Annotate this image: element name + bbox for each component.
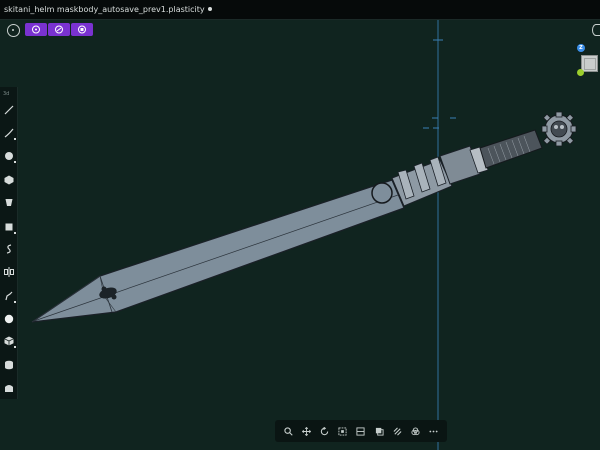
spiral-tool-icon: [6, 243, 11, 254]
polygon-tool-button[interactable]: [2, 173, 15, 186]
home-target-icon[interactable]: [7, 24, 20, 37]
sword-grip: [479, 129, 543, 169]
edge-mode-button[interactable]: [48, 23, 70, 36]
shaded-button[interactable]: [373, 425, 385, 437]
emblem-knob-1: [101, 286, 107, 292]
cylinder-tool-button[interactable]: [2, 358, 15, 371]
window-title: skitani_helm maskbody_autosave_prev1.pla…: [4, 0, 212, 19]
mirror-tool-button[interactable]: [2, 265, 15, 278]
gizmo-y-axis[interactable]: [577, 69, 584, 76]
xray-button[interactable]: [391, 425, 403, 437]
scene-canvas[interactable]: [0, 20, 600, 450]
spiral-tool-button[interactable]: [2, 242, 15, 255]
sword-model[interactable]: [31, 111, 577, 323]
circle-submenu-indicator: [14, 161, 16, 163]
emblem-knob-2: [111, 294, 117, 300]
cube-tool-button[interactable]: [2, 334, 16, 348]
shaded-icon: [375, 427, 384, 436]
gizmo-z-axis[interactable]: Z: [577, 44, 585, 52]
render-icon: [411, 426, 420, 435]
more-button[interactable]: [428, 425, 440, 437]
vertex-mode-button[interactable]: [25, 23, 47, 36]
line-tool-button[interactable]: [2, 103, 15, 116]
polygon-tool-icon: [4, 175, 13, 184]
blade-fuller-line: [33, 194, 399, 322]
window-title-text: skitani_helm maskbody_autosave_prev1.pla…: [4, 5, 205, 14]
curve-submenu-indicator: [14, 138, 16, 140]
frame-icon: [338, 426, 347, 436]
skull-eye-1: [554, 125, 558, 129]
sphere-tool-button[interactable]: [2, 312, 15, 325]
rotate-icon: [320, 426, 329, 435]
blade-ring: [371, 182, 393, 204]
render-button[interactable]: [410, 425, 422, 437]
cylinder-tool-icon: [4, 360, 13, 369]
xray-icon: [393, 427, 402, 435]
face-mode-button[interactable]: [71, 23, 93, 36]
cube-tool-icon: [3, 336, 14, 345]
circle-tool-button[interactable]: [2, 149, 16, 163]
sphere-tool-icon: [4, 314, 13, 323]
magnifier-icon: [283, 426, 293, 436]
pommel-skull: [550, 120, 568, 138]
gizmo-z-label: Z: [579, 45, 583, 51]
selection-mode-group: [25, 23, 93, 36]
cup-tool-icon: [5, 198, 12, 206]
extrude-tool-icon: [4, 384, 13, 392]
skull-eye-2: [560, 125, 564, 129]
3d-viewport[interactable]: [0, 20, 600, 450]
vertex-select-icon: [32, 25, 40, 34]
fillet-submenu-indicator: [14, 301, 16, 303]
sword-blade: [31, 179, 405, 323]
extrude-tool-button[interactable]: [2, 381, 15, 394]
toolbar-section-label: 3d: [3, 91, 10, 97]
box-tool-icon: [5, 223, 12, 230]
fillet-tool-button[interactable]: [2, 289, 16, 303]
bottom-view-toolbar: [275, 420, 447, 442]
box-submenu-indicator: [14, 232, 16, 234]
view-cube[interactable]: [581, 55, 598, 72]
edge-select-icon: [55, 25, 63, 34]
line-tool-icon: [4, 105, 13, 114]
curve-tool-button[interactable]: [2, 126, 16, 140]
box-tool-button[interactable]: [2, 220, 16, 234]
cube-submenu-indicator: [14, 346, 16, 348]
title-bar: skitani_helm maskbody_autosave_prev1.pla…: [0, 0, 600, 20]
face-select-icon: [78, 25, 86, 34]
left-toolbar: 3d: [0, 87, 18, 399]
unsaved-dot-icon: [207, 7, 212, 11]
cup-tool-button[interactable]: [2, 195, 15, 208]
move-arrows-icon: [301, 426, 311, 436]
settings-half-icon[interactable]: [592, 24, 600, 36]
section-button[interactable]: [355, 425, 367, 437]
circle-tool-icon: [4, 151, 13, 160]
mirror-tool-icon: [3, 266, 14, 277]
orbit-button[interactable]: [319, 425, 331, 437]
frame-button[interactable]: [337, 425, 349, 437]
section-icon: [356, 426, 366, 436]
more-dots-icon: [429, 430, 438, 432]
pan-button[interactable]: [300, 425, 312, 437]
fillet-tool-icon: [4, 291, 12, 300]
curve-tool-icon: [4, 128, 13, 137]
zoom-button[interactable]: [282, 425, 294, 437]
